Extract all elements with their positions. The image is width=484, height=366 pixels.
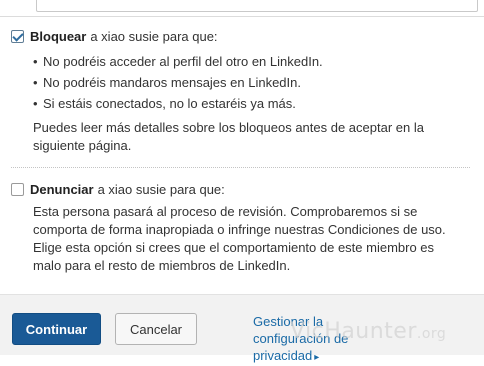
check-icon [12,29,24,42]
report-option-title: Denunciar [30,181,94,197]
block-option-header: Bloquear a xiao susie para que: [11,27,476,45]
watermark-tld: .org [416,326,447,342]
list-item: No podréis acceder al perfil del otro en… [33,51,476,72]
block-checkbox[interactable] [11,29,24,43]
block-option: Bloquear a xiao susie para que: No podré… [11,27,476,155]
clipped-input [36,0,478,12]
previous-section-clip [0,0,484,17]
block-option-subtitle: a xiao susie para que: [90,28,218,44]
list-item: No podréis mandaros mensajes en LinkedIn… [33,72,476,93]
block-consequences-list: No podréis acceder al perfil del otro en… [33,51,476,114]
report-description: Esta persona pasará al proceso de revisi… [33,204,446,273]
watermark: VicHaunter.org [290,319,446,344]
report-option-header: Denunciar a xiao susie para que: [11,180,476,198]
cancel-button[interactable]: Cancelar [115,313,197,345]
report-option: Denunciar a xiao susie para que: Esta pe… [11,180,476,275]
report-checkbox[interactable] [11,182,24,196]
divider [11,167,470,168]
report-option-subtitle: a xiao susie para que: [97,181,225,197]
block-option-title: Bloquear [30,28,87,44]
block-note: Puedes leer más detalles sobre los bloqu… [33,120,424,153]
list-item: Si estáis conectados, no lo estaréis ya … [33,93,476,114]
watermark-brand: VicHaunter [290,319,417,344]
continue-button[interactable]: Continuar [12,313,101,345]
